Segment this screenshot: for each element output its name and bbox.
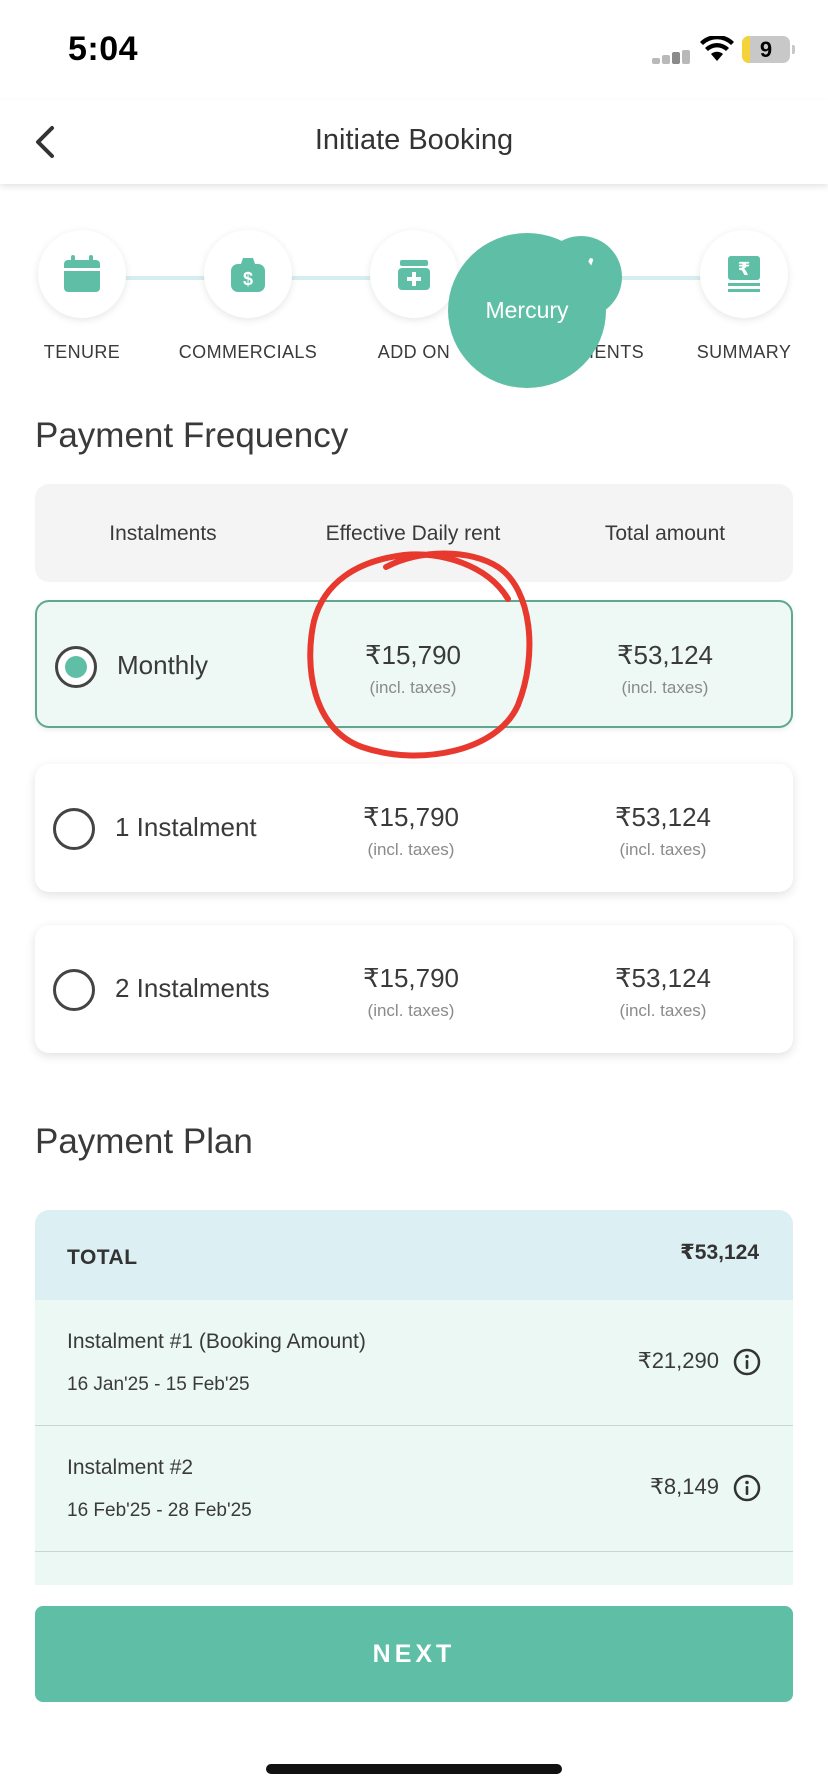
page-title: Initiate Booking: [314, 124, 514, 156]
info-icon[interactable]: [733, 1474, 761, 1502]
frequency-option-1-instalment[interactable]: 1 Instalment ₹15,790 (incl. taxes) ₹53,1…: [35, 764, 793, 892]
step-label: SUMMARY: [696, 342, 792, 362]
cellular-signal-icon: [652, 50, 692, 64]
instalment-amount: ₹21,290: [637, 1348, 719, 1373]
battery-level: 9: [759, 37, 773, 62]
frequency-option-monthly[interactable]: Monthly ₹15,790 (incl. taxes) ₹53,124 (i…: [35, 600, 793, 728]
rupee-receipt-icon: ₹: [728, 256, 760, 292]
daily-rent-note: (incl. taxes): [369, 678, 457, 697]
payment-plan-table: TOTAL ₹53,124 Instalment #1 (Booking Amo…: [35, 1210, 793, 1585]
column-header: Total amount: [604, 522, 726, 545]
plan-total-row: TOTAL ₹53,124: [35, 1210, 793, 1300]
daily-rent-value: ₹15,790: [362, 963, 460, 993]
svg-text:$: $: [243, 269, 253, 289]
home-indicator: [266, 1764, 562, 1774]
instalment-row: Instalment #2 16 Feb'25 - 28 Feb'25 ₹8,1…: [35, 1426, 793, 1552]
instalment-title: Instalment #1 (Booking Amount): [67, 1330, 366, 1353]
svg-text:₹: ₹: [738, 259, 751, 280]
total-value: ₹53,124: [614, 802, 712, 832]
frequency-option-2-instalments[interactable]: 2 Instalments ₹15,790 (incl. taxes) ₹53,…: [35, 925, 793, 1053]
radio-button[interactable]: [53, 969, 95, 1011]
total-amount: ₹53,124: [680, 1241, 759, 1264]
mercury-label: Mercury: [485, 297, 569, 323]
booking-stepper: TENURE $ COMMERCIALS ADD ON HIENTS ₹ SUM…: [0, 230, 828, 370]
add-on-icon: [398, 260, 430, 290]
next-button[interactable]: NEXT: [35, 1606, 793, 1702]
calendar-icon: [64, 255, 100, 292]
payment-plan-title: Payment Plan: [35, 1122, 253, 1161]
total-label: TOTAL: [67, 1246, 138, 1269]
option-label: 2 Instalments: [115, 973, 270, 1003]
total-note: (incl. taxes): [619, 1001, 707, 1020]
total-value: ₹53,124: [616, 640, 714, 670]
option-label: 1 Instalment: [115, 812, 257, 842]
radio-button[interactable]: [55, 646, 97, 688]
total-note: (incl. taxes): [619, 840, 707, 859]
status-bar: 5:04 9: [0, 0, 828, 100]
daily-rent-note: (incl. taxes): [367, 840, 455, 859]
daily-rent-value: ₹15,790: [364, 640, 462, 670]
total-note: (incl. taxes): [621, 678, 709, 697]
option-label: Monthly: [117, 650, 209, 680]
instalment-title: Instalment #2: [67, 1456, 194, 1479]
column-header: Instalments: [109, 522, 217, 545]
instalment-amount: ₹8,149: [649, 1474, 719, 1499]
daily-rent-value: ₹15,790: [362, 802, 460, 832]
step-label: COMMERCIALS: [178, 342, 318, 362]
money-bag-icon: $: [231, 258, 265, 292]
radio-button[interactable]: [53, 808, 95, 850]
status-time: 5:04: [68, 30, 139, 68]
app-header: Initiate Booking: [0, 100, 828, 184]
step-commercials[interactable]: $ COMMERCIALS: [178, 230, 318, 363]
wifi-icon: [700, 36, 734, 61]
info-icon[interactable]: [733, 1348, 761, 1376]
total-value: ₹53,124: [614, 963, 712, 993]
step-summary[interactable]: ₹ SUMMARY: [674, 230, 814, 363]
daily-rent-note: (incl. taxes): [367, 1001, 455, 1020]
instalment-dates: 16 Jan'25 - 15 Feb'25: [67, 1374, 250, 1395]
frequency-table-header: Instalments Effective Daily rent Total a…: [35, 484, 793, 582]
instalment-row: Instalment #1 (Booking Amount) 16 Jan'25…: [35, 1300, 793, 1426]
battery-icon: 9: [742, 36, 790, 63]
column-header: Effective Daily rent: [325, 522, 501, 545]
instalment-dates: 16 Feb'25 - 28 Feb'25: [67, 1500, 252, 1521]
instalment-row-partial: [35, 1552, 793, 1585]
payment-frequency-title: Payment Frequency: [35, 416, 349, 455]
step-label: TENURE: [43, 342, 121, 362]
step-tenure[interactable]: TENURE: [12, 230, 152, 363]
